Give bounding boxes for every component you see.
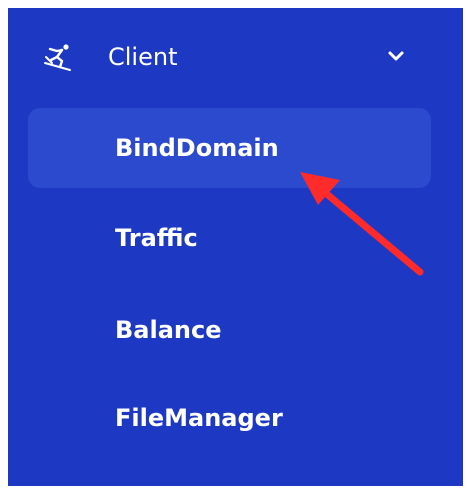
sidebar-menu-panel: Client BindDomain Traffic Balance FileMa… [8, 8, 463, 486]
menu-item-balance[interactable]: Balance [28, 290, 431, 370]
menu-item-filemanager[interactable]: FileManager [28, 378, 431, 458]
menu-item-label: FileManager [115, 404, 283, 432]
menu-item-binddomain[interactable]: BindDomain [28, 108, 431, 188]
chevron-down-icon[interactable] [384, 44, 408, 68]
menu-item-label: BindDomain [115, 134, 279, 162]
menu-item-traffic[interactable]: Traffic [28, 198, 431, 278]
menu-item-label: Balance [115, 316, 222, 344]
menu-item-label: Traffic [115, 224, 198, 252]
menu-group-client[interactable]: Client [8, 30, 463, 86]
skier-icon [43, 42, 73, 72]
menu-group-label: Client [108, 43, 178, 71]
